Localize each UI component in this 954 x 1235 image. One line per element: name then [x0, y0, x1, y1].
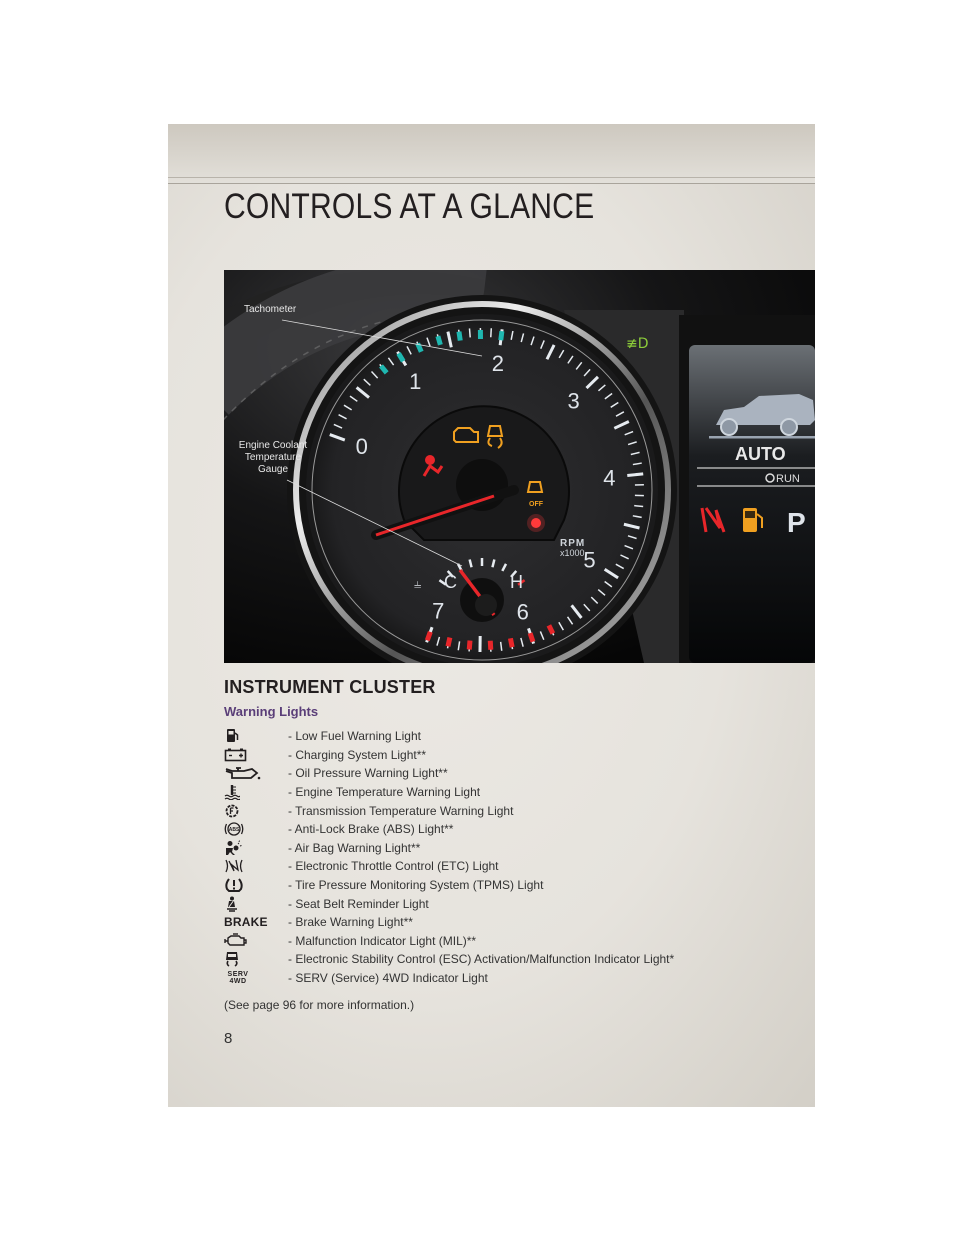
- list-item: ABS - Anti-Lock Brake (ABS) Light**: [224, 820, 804, 839]
- list-item: - Electronic Throttle Control (ETC) Ligh…: [224, 857, 804, 876]
- list-item: - Oil Pressure Warning Light**: [224, 764, 804, 783]
- tach-number: 6: [517, 599, 529, 624]
- transmission-temperature-icon: [225, 804, 239, 818]
- tach-tick: [627, 472, 644, 477]
- list-item: - Low Fuel Warning Light: [224, 727, 804, 746]
- fog-light-icon: ≢D: [626, 336, 649, 352]
- section-heading: INSTRUMENT CLUSTER: [224, 677, 436, 697]
- subsection-heading: Warning Lights: [224, 704, 319, 719]
- footnote: (See page 96 for more information.): [224, 998, 415, 1012]
- header-rule: [168, 177, 815, 178]
- page-number: 8: [224, 1030, 233, 1047]
- svg-text:ABS: ABS: [229, 827, 240, 833]
- list-item: - Charging System Light**: [224, 746, 804, 765]
- instrument-cluster-photo: ≢D AUTO RUN P 0 1 2 3 4 5 6 7 OFF RPM x1…: [224, 270, 815, 663]
- temp-hot-label: H: [510, 572, 523, 592]
- tach-number: 5: [583, 547, 595, 572]
- svg-text:≢D: ≢D: [626, 336, 649, 352]
- drive-mode-text: AUTO: [735, 444, 786, 464]
- list-item: - Transmission Temperature Warning Light: [224, 801, 804, 820]
- tach-tick: [634, 504, 644, 508]
- oil-can-icon: [225, 767, 261, 780]
- brake-text-icon: BRAKE: [224, 915, 268, 930]
- battery-icon: [224, 748, 247, 762]
- throttle-control-icon: [225, 860, 243, 873]
- list-item: SERV 4WD - SERV (Service) 4WD Indicator L…: [224, 969, 804, 988]
- list-item: - Electronic Stability Control (ESC) Act…: [224, 950, 804, 969]
- rpm-multiplier-label: x1000: [560, 548, 585, 558]
- abs-icon: ABS: [224, 822, 244, 836]
- tachometer-callout: Tachometer: [244, 304, 297, 315]
- run-indicator-text: RUN: [776, 473, 800, 485]
- airbag-icon: [226, 840, 242, 855]
- coolant-icon: ⫨: [414, 577, 421, 592]
- tach-band-segment: [424, 631, 433, 642]
- tach-band-segment: [466, 640, 473, 650]
- cluster-illustration: ≢D AUTO RUN P 01234567 OFF RPM x1000 C H…: [224, 270, 815, 663]
- tach-band-segment: [435, 335, 443, 346]
- coolant-temperature-icon: [224, 785, 240, 801]
- tach-band-segment: [456, 331, 463, 341]
- gear-indicator: P: [787, 507, 806, 538]
- tach-number: 3: [568, 389, 580, 414]
- list-item: - Malfunction Indicator Light (MIL)**: [224, 932, 804, 951]
- list-item: - Air Bag Warning Light**: [224, 839, 804, 858]
- tach-tick: [468, 328, 471, 338]
- tach-number: 7: [432, 598, 444, 623]
- tach-band-segment: [445, 637, 453, 647]
- tach-number: 1: [409, 369, 421, 394]
- manual-page: CONTROLS AT A GLANCE ≢D AUTO RUN P 0 1 2…: [168, 124, 815, 1107]
- warning-lights-list: - Low Fuel Warning Light - Charging Syst…: [224, 727, 804, 987]
- page-title: CONTROLS AT A GLANCE: [224, 187, 595, 226]
- tach-tick: [490, 328, 493, 338]
- coolant-gauge-callout: Engine Coolant Temperature Gauge: [238, 440, 308, 475]
- check-engine-icon: [224, 933, 247, 946]
- tach-number: 0: [356, 434, 368, 459]
- tach-number: 4: [603, 465, 615, 490]
- tach-band-segment: [527, 632, 536, 643]
- header-rule: [168, 183, 815, 184]
- fuel-pump-icon: [227, 729, 239, 743]
- list-item: - Tire Pressure Monitoring System (TPMS)…: [224, 876, 804, 895]
- tach-band-segment: [507, 637, 515, 648]
- tach-band-segment: [498, 330, 505, 341]
- temp-cold-label: C: [444, 572, 457, 592]
- serv-4wd-icon: SERV 4WD: [227, 970, 249, 986]
- list-item: - Seat Belt Reminder Light: [224, 894, 804, 913]
- tach-number: 2: [492, 351, 504, 376]
- list-item: BRAKE - Brake Warning Light**: [224, 915, 413, 930]
- stability-control-icon: [226, 952, 238, 968]
- tire-pressure-icon: [225, 878, 243, 893]
- seat-belt-icon: [227, 896, 237, 912]
- svg-text:OFF: OFF: [529, 501, 544, 508]
- list-item: - Engine Temperature Warning Light: [224, 783, 804, 802]
